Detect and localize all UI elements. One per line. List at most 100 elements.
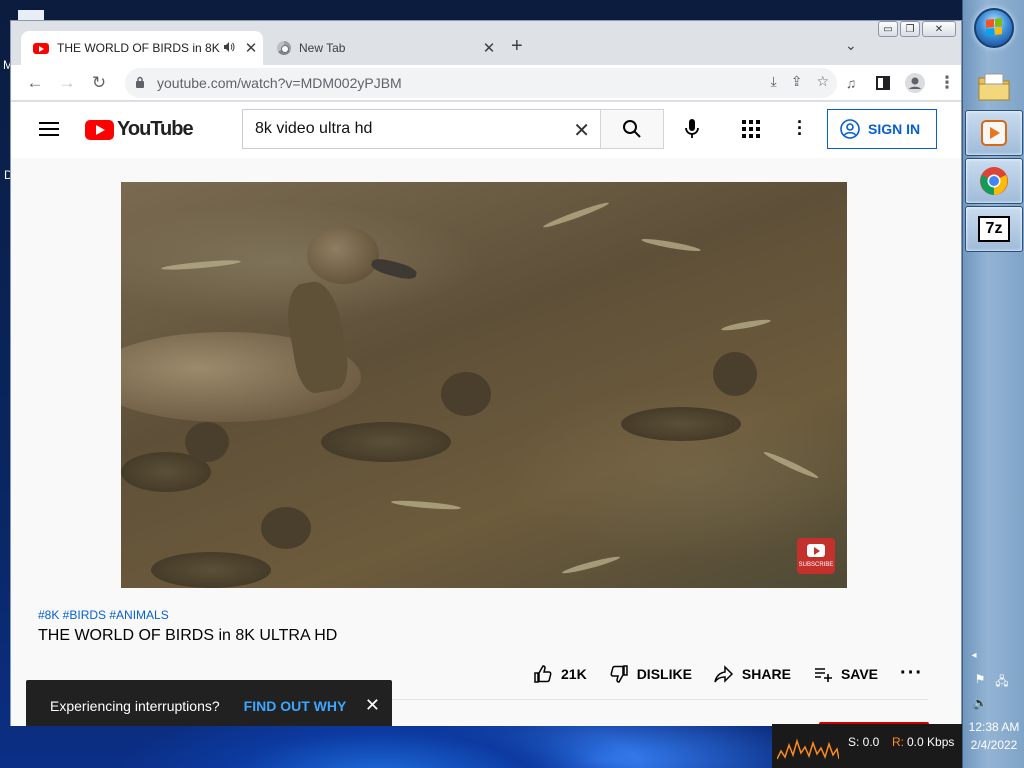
save-button[interactable]: SAVE <box>813 664 878 684</box>
folder-icon <box>978 73 1010 101</box>
search-input[interactable]: 8k video ultra hd ✕ <box>242 109 601 149</box>
find-out-why-link[interactable]: FIND OUT WHY <box>244 698 347 714</box>
profile-icon[interactable] <box>903 71 927 95</box>
duckling-body <box>151 552 271 588</box>
chrome-menu-icon[interactable]: ⋮ <box>935 71 959 95</box>
share-arrow-icon <box>714 664 734 684</box>
network-graph <box>777 729 839 763</box>
7zip-taskbar-button[interactable]: 7z <box>965 206 1023 252</box>
reload-icon[interactable]: ↻ <box>87 71 111 95</box>
account-icon <box>840 119 860 139</box>
video-player[interactable]: SUBSCRIBE <box>121 182 847 588</box>
chrome-window: THE WORLD OF BIRDS in 8K ✕ New Tab ✕ + ⌄… <box>10 20 962 726</box>
save-label: SAVE <box>840 665 879 682</box>
floating-leaf <box>542 200 610 230</box>
floating-leaf <box>640 236 702 254</box>
media-player-taskbar-button[interactable] <box>965 110 1023 156</box>
start-button[interactable] <box>974 8 1014 48</box>
thumbs-down-icon <box>609 664 629 684</box>
youtube-logo[interactable]: YouTube <box>85 118 194 141</box>
duckling-body <box>321 422 451 462</box>
close-window-icon[interactable]: ✕ <box>922 21 956 37</box>
tab-search-chevron-icon[interactable]: ⌄ <box>845 37 857 54</box>
tab-strip: THE WORLD OF BIRDS in 8K ✕ New Tab ✕ + ⌄… <box>11 21 961 65</box>
restore-icon[interactable]: ❐ <box>900 21 920 37</box>
sign-in-label: SIGN IN <box>868 121 921 137</box>
youtube-play-icon <box>85 119 114 140</box>
forward-arrow-icon[interactable]: → <box>55 71 79 95</box>
windows-logo-icon <box>986 18 1002 36</box>
lock-icon[interactable] <box>135 75 145 91</box>
settings-kebab-icon[interactable]: · · · <box>797 113 803 143</box>
search-button[interactable] <box>600 109 664 149</box>
network-meter: S: 0.0 R: 0.0 Kbps <box>772 724 962 768</box>
chrome-favicon-icon <box>277 41 291 55</box>
toast-message: Experiencing interruptions? <box>50 698 220 714</box>
close-tab-icon[interactable]: ✕ <box>239 39 263 57</box>
net-send: S: 0.0 <box>848 735 880 749</box>
youtube-header: YouTube 8k video ultra hd ✕ · · · SIGN IN <box>11 102 961 158</box>
duckling-head <box>185 422 229 462</box>
back-arrow-icon[interactable]: ← <box>23 71 47 95</box>
duckling-head <box>441 372 491 416</box>
duck-head <box>307 226 379 284</box>
bookmark-star-icon[interactable]: ☆ <box>816 73 829 90</box>
like-button[interactable]: 21K <box>533 664 587 684</box>
youtube-favicon-icon <box>33 42 49 54</box>
thumbs-up-icon <box>533 664 553 684</box>
chrome-taskbar-button[interactable] <box>965 158 1023 204</box>
speaker-icon[interactable] <box>223 41 235 56</box>
duckling-head <box>261 507 311 549</box>
dislike-label: DISLIKE <box>636 665 692 682</box>
tab-title: THE WORLD OF BIRDS in 8K <box>57 41 220 55</box>
close-toast-icon[interactable]: ✕ <box>365 695 380 716</box>
tab-youtube[interactable]: THE WORLD OF BIRDS in 8K ✕ <box>21 31 263 65</box>
install-icon[interactable]: ⤓ <box>771 73 777 90</box>
apps-grid-icon[interactable] <box>742 120 760 138</box>
media-controls-icon[interactable]: ♫ <box>839 71 863 95</box>
address-bar[interactable]: youtube.com/watch?v=MDM002yPJBM ⤓ ⇪ ☆ <box>125 68 837 98</box>
search-query: 8k video ultra hd <box>255 120 373 137</box>
hashtags[interactable]: #8K #BIRDS #ANIMALS <box>38 608 169 622</box>
tab-new-tab[interactable]: New Tab ✕ <box>263 31 501 65</box>
clock-date[interactable]: 2/4/2022 <box>963 738 1024 752</box>
like-count: 21K <box>561 665 587 682</box>
clear-search-icon[interactable]: ✕ <box>573 118 590 143</box>
show-hidden-icons[interactable]: ◂ <box>943 650 1005 661</box>
new-tab-icon[interactable]: + <box>511 35 523 58</box>
explorer-taskbar-button[interactable] <box>965 64 1023 110</box>
youtube-page: YouTube 8k video ultra hd ✕ · · · SIGN IN <box>11 102 961 726</box>
clock-time[interactable]: 12:38 AM <box>963 720 1024 734</box>
duckling-body <box>621 407 741 441</box>
side-panel-icon[interactable] <box>871 71 895 95</box>
hamburger-menu-icon[interactable] <box>39 122 59 136</box>
playlist-add-icon <box>813 664 833 684</box>
media-player-icon <box>981 120 1007 146</box>
subscribe-watermark[interactable]: SUBSCRIBE <box>797 538 835 574</box>
video-title: THE WORLD OF BIRDS in 8K ULTRA HD <box>38 627 338 644</box>
tab-title: New Tab <box>299 41 346 55</box>
more-actions-icon[interactable]: ··· <box>900 662 923 685</box>
mic-icon[interactable] <box>677 114 707 144</box>
youtube-wordmark: YouTube <box>117 118 194 140</box>
dislike-button[interactable]: DISLIKE <box>609 664 692 684</box>
share-page-icon[interactable]: ⇪ <box>791 73 803 90</box>
sign-in-button[interactable]: SIGN IN <box>827 109 937 149</box>
video-actions: 21K DISLIKE SHARE SAVE ··· <box>533 662 945 685</box>
minimize-icon[interactable]: ▭ <box>878 21 898 37</box>
duckling-head <box>713 352 757 396</box>
browser-toolbar: ← → ↻ youtube.com/watch?v=MDM002yPJBM ⤓ … <box>11 65 961 101</box>
close-tab-icon[interactable]: ✕ <box>477 39 501 57</box>
network-tray-icon[interactable]: 🖧 <box>971 672 1024 693</box>
taskbar: 7z ◂ ⚑ 🖧 🔈 12:38 AM 2/4/2022 <box>962 0 1024 768</box>
net-recv-label: R: <box>892 735 904 749</box>
search-icon <box>623 120 641 138</box>
share-button[interactable]: SHARE <box>714 664 791 684</box>
floating-leaf <box>720 317 772 333</box>
share-label: SHARE <box>741 665 791 682</box>
floating-leaf <box>561 554 621 576</box>
subscribe-watermark-label: SUBSCRIBE <box>798 562 834 568</box>
volume-icon[interactable]: 🔈 <box>949 696 1011 710</box>
chrome-icon <box>980 167 1008 195</box>
window-controls: ▭ ❐ ✕ <box>878 21 956 37</box>
